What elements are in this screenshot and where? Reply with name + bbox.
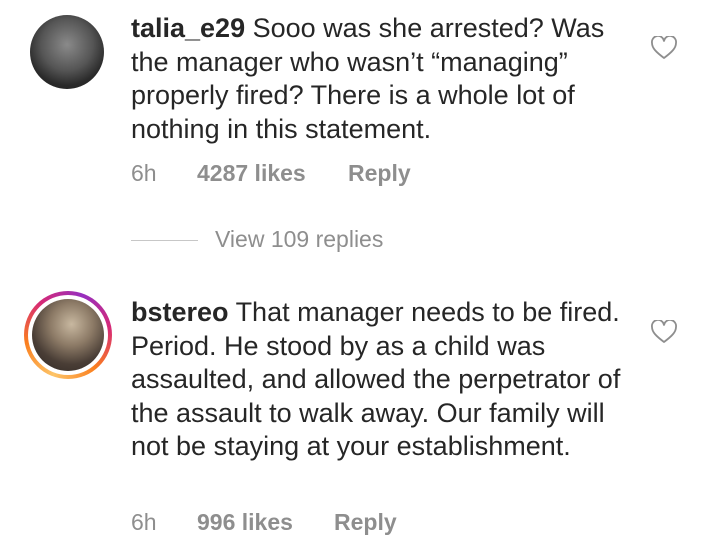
comment-body: bstereo That manager needs to be fired. …	[131, 296, 641, 464]
comment-2: bstereo That manager needs to be fired. …	[0, 0, 720, 540]
likes-count[interactable]: 996 likes	[197, 509, 293, 536]
timestamp: 6h	[131, 509, 157, 535]
avatar-story-ring[interactable]	[24, 291, 112, 379]
username-link[interactable]: bstereo	[131, 297, 229, 327]
heart-outline-icon[interactable]	[651, 320, 677, 344]
reply-button[interactable]: Reply	[334, 509, 397, 536]
avatar	[32, 299, 104, 371]
